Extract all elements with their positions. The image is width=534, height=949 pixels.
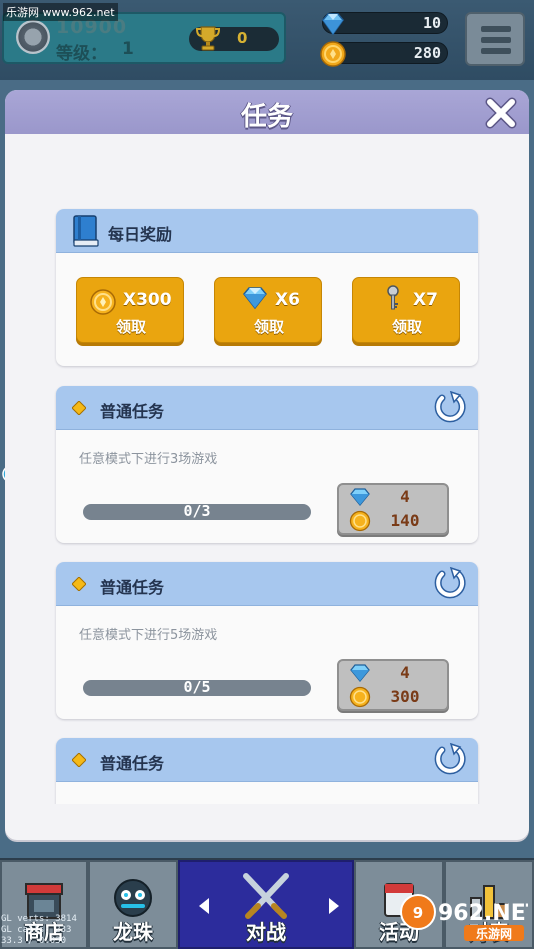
- trophy-counter: 0: [189, 26, 279, 51]
- debug-gl-calls: GL calls: 233: [1, 925, 72, 935]
- menu-bar-icon: [481, 26, 511, 32]
- coin-icon: [349, 510, 371, 532]
- debug-fps: 33.3 / 0.030: [1, 936, 67, 946]
- trophy-count: 0: [237, 29, 248, 47]
- progress-text: 0/3: [183, 502, 211, 520]
- gem-counter: 10: [322, 12, 448, 36]
- gem-reward-row: 4: [339, 661, 447, 685]
- diamond-bullet-icon: [72, 577, 86, 591]
- claim-coins-button[interactable]: X300 领取: [76, 277, 184, 343]
- claim-label: 领取: [115, 318, 146, 336]
- site-watermark: 乐游网 www.962.net: [3, 3, 118, 21]
- coin-reward-value: 140: [390, 511, 420, 530]
- menu-bar-icon: [481, 37, 511, 43]
- refresh-icon[interactable]: [430, 742, 468, 778]
- coin-reward-row: 300: [339, 685, 447, 709]
- gem-count: 10: [422, 14, 441, 32]
- task-description: 任意模式下进行3场游戏: [79, 452, 218, 467]
- refresh-icon[interactable]: [430, 566, 468, 602]
- nav-label: 龙珠: [113, 920, 153, 944]
- book-icon: [73, 215, 99, 247]
- coin-count: 280: [413, 44, 441, 62]
- close-icon[interactable]: [483, 96, 519, 130]
- claim-keys-button[interactable]: X7 领取: [352, 277, 460, 343]
- coin-reward-value: 300: [390, 687, 420, 706]
- nav-dragon-ball[interactable]: 龙珠: [88, 860, 178, 949]
- task-modal: 任务 每日奖励 X300 领取 X6 领取 X7 领取 普通任务 任意模式下进行…: [5, 90, 529, 840]
- arrow-left-icon[interactable]: [198, 897, 210, 915]
- card-header: 普通任务: [56, 386, 478, 430]
- task-card: 普通任务 任意模式下进行3场游戏 0/3 4 140: [56, 386, 478, 543]
- task-card: 普通任务 任意模式下进行5场游戏 0/5 4 300: [56, 562, 478, 719]
- task-title: 普通任务: [100, 578, 165, 597]
- gem-reward-row: 4: [339, 485, 447, 509]
- task-reward-box: 4 140: [337, 483, 449, 535]
- nav-battle[interactable]: 对战: [178, 860, 354, 949]
- debug-gl-verts: GL verts: 3814: [1, 914, 77, 924]
- card-header: 每日奖励: [56, 209, 478, 253]
- card-header: 普通任务: [56, 562, 478, 606]
- modal-header: 任务: [5, 90, 529, 134]
- progress-text: 0/5: [183, 678, 211, 696]
- card-header: 普通任务: [56, 738, 478, 782]
- claim-label: 领取: [391, 318, 422, 336]
- refresh-icon[interactable]: [430, 390, 468, 426]
- task-card: 普通任务: [56, 738, 478, 804]
- logo-text: 962.NET: [438, 901, 528, 926]
- task-title: 普通任务: [100, 754, 165, 773]
- menu-button[interactable]: [465, 12, 525, 66]
- claim-diamonds-button[interactable]: X6 领取: [214, 277, 322, 343]
- trophy-icon: [195, 26, 221, 51]
- daily-reward-title: 每日奖励: [108, 225, 173, 244]
- gem-reward-value: 4: [400, 487, 410, 506]
- svg-text:9: 9: [413, 904, 423, 922]
- reward-quantity: X6: [275, 290, 300, 310]
- diamond-icon: [322, 13, 344, 36]
- task-reward-box: 4 300: [337, 659, 449, 711]
- progress-bar: 0/5: [83, 678, 311, 696]
- diamond-icon: [350, 664, 370, 683]
- daily-reward-card: 每日奖励 X300 领取 X6 领取 X7 领取: [56, 209, 478, 366]
- coin-icon: [349, 686, 371, 708]
- level-label: 等级：: [56, 44, 107, 64]
- task-description: 任意模式下进行5场游戏: [79, 628, 218, 643]
- site-logo: 9 962.NET 乐游网: [400, 894, 528, 941]
- coin-icon: [90, 289, 116, 315]
- task-title: 普通任务: [100, 402, 165, 421]
- menu-bar-icon: [481, 48, 511, 54]
- coin-icon: [320, 41, 346, 67]
- coin-counter: 280: [320, 41, 448, 67]
- reward-quantity: X300: [123, 290, 172, 310]
- diamond-icon: [350, 488, 370, 507]
- modal-title: 任务: [240, 102, 293, 132]
- diamond-icon: [243, 287, 267, 310]
- arrow-right-icon[interactable]: [328, 897, 340, 915]
- gem-reward-value: 4: [400, 663, 410, 682]
- diamond-bullet-icon: [72, 753, 86, 767]
- task-list[interactable]: 每日奖励 X300 领取 X6 领取 X7 领取 普通任务 任意模式下进行3场游…: [5, 134, 529, 804]
- key-icon: [387, 285, 399, 310]
- reward-quantity: X7: [413, 290, 438, 310]
- avatar[interactable]: [16, 20, 50, 54]
- progress-bar: 0/3: [83, 502, 311, 520]
- diamond-bullet-icon: [72, 401, 86, 415]
- claim-label: 领取: [253, 318, 284, 336]
- coin-reward-row: 140: [339, 509, 447, 533]
- nav-label: 对战: [246, 920, 286, 944]
- logo-subtext: 乐游网: [476, 926, 512, 941]
- level-value: 1: [122, 39, 134, 59]
